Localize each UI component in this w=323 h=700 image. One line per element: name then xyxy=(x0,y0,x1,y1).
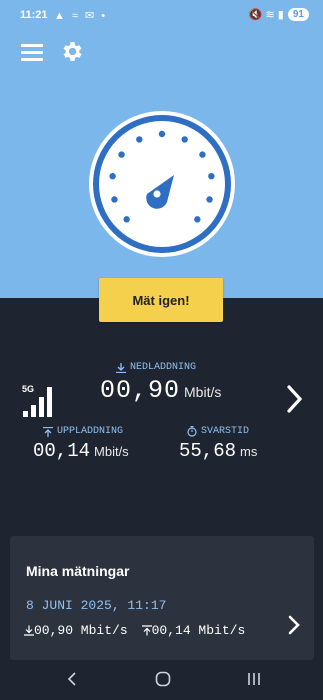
ping-label: SVARSTID xyxy=(201,426,250,437)
network-type-indicator: 5G xyxy=(22,384,56,418)
notification-icons: ▲ ≈ ✉ • xyxy=(54,10,108,22)
battery-icon: 91 xyxy=(287,8,309,21)
upload-metric: UPPLADDNING 00,14 Mbit/s xyxy=(33,426,129,462)
system-icons-glyphs: 🔇 ≋ ▮ xyxy=(248,9,284,21)
download-value: 00,90 xyxy=(100,376,181,405)
history-values: 00,90 Mbit/s 00,14 Mbit/s xyxy=(24,623,245,638)
hamburger-icon[interactable] xyxy=(21,42,45,62)
history-date: 8 JUNI 2025, 11:17 xyxy=(26,598,167,613)
upload-label: UPPLADDNING xyxy=(57,426,124,437)
upload-icon xyxy=(43,426,53,437)
ping-value: 55,68 xyxy=(179,440,237,462)
back-icon[interactable] xyxy=(66,670,78,688)
ping-metric: SVARSTID 55,68 ms xyxy=(179,426,257,462)
history-upload: 00,14 Mbit/s xyxy=(151,623,246,638)
download-icon xyxy=(116,362,126,373)
dial-tick xyxy=(206,196,213,203)
dial-tick xyxy=(199,151,206,158)
download-label: NEDLADDNING xyxy=(130,362,197,373)
upload-unit: Mbit/s xyxy=(94,444,129,459)
history-chevron-icon[interactable] xyxy=(286,614,302,636)
history-card[interactable]: Mina mätningar 8 JUNI 2025, 11:17 00,90 … xyxy=(10,536,314,660)
history-title: Mina mätningar xyxy=(26,563,130,579)
status-bar: 11:21 ▲ ≈ ✉ • 🔇 ≋ ▮ 91 xyxy=(0,0,323,32)
dial-tick xyxy=(208,172,215,180)
recents-icon[interactable] xyxy=(246,670,262,688)
upload-icon xyxy=(141,625,152,636)
dial-tick xyxy=(158,130,166,138)
history-download: 00,90 Mbit/s xyxy=(34,623,128,638)
download-icon xyxy=(24,625,34,636)
retry-button[interactable]: Mät igen! xyxy=(99,278,223,322)
gear-icon[interactable] xyxy=(59,39,84,64)
download-metric: NEDLADDNING 00,90 Mbit/s xyxy=(100,362,221,405)
dial-tick xyxy=(111,196,118,203)
dial-tick xyxy=(136,136,143,143)
home-icon[interactable] xyxy=(155,670,171,688)
dial-tick xyxy=(118,151,125,158)
result-details-chevron-icon[interactable] xyxy=(284,384,306,414)
ping-unit: ms xyxy=(240,444,258,459)
dial-tick xyxy=(181,136,188,143)
system-navigation-bar xyxy=(0,660,323,700)
speedometer-dial xyxy=(89,111,235,257)
upload-value: 00,14 xyxy=(33,440,91,462)
dial-tick xyxy=(194,216,201,223)
network-type-label: 5G xyxy=(22,384,35,394)
stopwatch-icon xyxy=(187,426,197,437)
download-unit: Mbit/s xyxy=(184,384,222,400)
system-icons: 🔇 ≋ ▮ 91 xyxy=(249,8,309,21)
dial-tick xyxy=(109,172,116,180)
status-time: 11:21 xyxy=(20,9,48,21)
dial-tick xyxy=(123,216,130,223)
